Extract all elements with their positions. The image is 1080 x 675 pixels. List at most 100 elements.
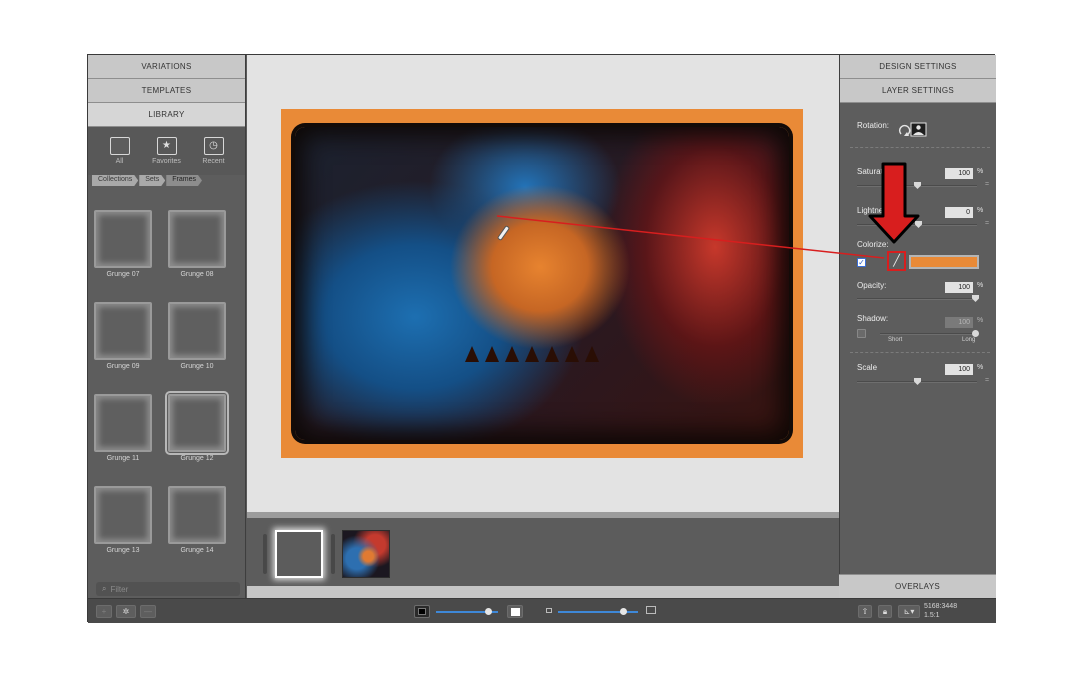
dark-background-button[interactable] — [414, 605, 430, 618]
background-slider-knob[interactable] — [485, 608, 492, 615]
lightness-slider[interactable] — [857, 221, 977, 228]
breadcrumb-sets[interactable]: Sets — [139, 175, 165, 186]
add-button[interactable]: + — [96, 605, 112, 618]
frame-label: Grunge 14 — [180, 547, 214, 554]
share-icon[interactable]: ⇧ — [858, 605, 872, 618]
filter-favorites-button[interactable]: ★ Favorites — [147, 137, 187, 165]
colorize-checkbox[interactable]: ✓ — [857, 258, 866, 267]
pencil-icon — [496, 225, 511, 241]
colorize-label: Colorize: — [857, 240, 889, 249]
saturation-value[interactable]: 100 — [945, 168, 973, 179]
frame-thumb-grunge-10[interactable]: Grunge 10 — [167, 302, 227, 382]
opacity-knob[interactable] — [972, 295, 979, 302]
gear-icon[interactable]: ✲ — [116, 605, 136, 618]
frame-thumb-grunge-14[interactable]: Grunge 14 — [167, 486, 227, 566]
filter-all-button[interactable]: All — [100, 137, 140, 165]
scale-label: Scale — [857, 363, 878, 372]
crop-dimension-icon[interactable]: ⊾▾ — [898, 605, 920, 618]
shadow-unit: % — [977, 317, 984, 324]
lock-icon[interactable]: 🔒︎ — [878, 605, 892, 618]
tab-design-settings[interactable]: DESIGN SETTINGS — [840, 55, 996, 79]
tab-templates[interactable]: TEMPLATES — [88, 79, 245, 103]
left-panel: VARIATIONS TEMPLATES LIBRARY All ★ Favor… — [88, 55, 246, 598]
scale-slider[interactable] — [857, 378, 977, 385]
breadcrumb: Collections Sets Frames — [92, 175, 241, 186]
colorize-swatch[interactable] — [909, 255, 979, 269]
tab-variations[interactable]: VARIATIONS — [88, 55, 245, 79]
color-picker-pencil-icon[interactable]: ╱ — [887, 251, 906, 271]
shadow-slider[interactable] — [880, 330, 979, 337]
saturation-knob[interactable] — [914, 182, 921, 189]
app-window: VARIATIONS TEMPLATES LIBRARY All ★ Favor… — [87, 54, 996, 623]
black-square-icon — [418, 608, 426, 615]
shadow-knob[interactable] — [972, 330, 979, 337]
frame-label: Grunge 09 — [106, 363, 140, 370]
filter-recent-button[interactable]: ◷ Recent — [194, 137, 234, 165]
lightness-knob[interactable] — [915, 221, 922, 228]
saturation-label: Saturat — [857, 167, 883, 176]
zoom-slider-knob[interactable] — [620, 608, 627, 615]
separator — [850, 352, 990, 353]
frame-thumb-grunge-11[interactable]: Grunge 11 — [93, 394, 153, 474]
reset-icon[interactable]: = — [985, 181, 989, 188]
filmstrip-handle-right[interactable] — [331, 534, 335, 574]
lightness-unit: % — [977, 207, 984, 214]
opacity-value[interactable]: 100 — [945, 282, 973, 293]
tab-layer-settings[interactable]: LAYER SETTINGS — [840, 79, 996, 103]
large-image-icon — [646, 606, 656, 614]
frame-label: Grunge 12 — [180, 455, 214, 462]
shadow-checkbox[interactable] — [857, 329, 866, 338]
shadow-value[interactable]: 100 — [945, 317, 973, 328]
filter-placeholder: Filter — [110, 584, 129, 594]
filter-input[interactable]: ⌕ Filter — [96, 582, 240, 596]
scale-value[interactable]: 100 — [945, 364, 973, 375]
background-slider[interactable] — [436, 608, 498, 615]
breadcrumb-frames[interactable]: Frames — [166, 175, 202, 186]
tab-library[interactable]: LIBRARY — [88, 103, 245, 127]
frame-preview — [168, 302, 226, 360]
canvas-area[interactable] — [247, 55, 839, 512]
frame-thumb-grunge-13[interactable]: Grunge 13 — [93, 486, 153, 566]
light-background-button[interactable] — [507, 605, 523, 618]
frame-preview — [165, 391, 229, 455]
filmstrip-thumb-photo[interactable] — [342, 530, 390, 578]
opacity-unit: % — [977, 282, 984, 289]
frame-preview — [94, 486, 152, 544]
reset-icon[interactable]: = — [985, 377, 989, 384]
frame-thumb-grunge-09[interactable]: Grunge 09 — [93, 302, 153, 382]
search-icon: ⌕ — [102, 584, 107, 593]
rotation-label: Rotation: — [857, 121, 890, 130]
overlays-button[interactable]: OVERLAYS — [839, 574, 996, 598]
frame-preview — [94, 394, 152, 452]
frame-label: Grunge 11 — [106, 455, 140, 462]
saturation-unit: % — [977, 168, 984, 175]
saturation-slider[interactable] — [857, 182, 977, 189]
opacity-slider[interactable] — [857, 295, 979, 302]
frame-thumb-grunge-08[interactable]: Grunge 08 — [167, 210, 227, 290]
frame-label: Grunge 13 — [106, 547, 140, 554]
filter-favorites-label: Favorites — [152, 158, 181, 165]
filter-all-label: All — [115, 158, 124, 165]
small-image-icon — [546, 608, 552, 613]
opacity-label: Opacity: — [857, 281, 887, 290]
remove-button[interactable]: — — [140, 605, 156, 618]
lightness-value[interactable]: 0 — [945, 207, 973, 218]
frame-preview — [168, 210, 226, 268]
breadcrumb-collections[interactable]: Collections — [92, 175, 138, 186]
reset-icon[interactable]: = — [985, 220, 989, 227]
clock-icon: ◷ — [203, 137, 224, 155]
frame-label: Grunge 07 — [106, 271, 140, 278]
photo-canvas[interactable] — [281, 109, 803, 458]
scale-knob[interactable] — [914, 378, 921, 385]
frame-label: Grunge 08 — [180, 271, 214, 278]
rotate-icon[interactable] — [898, 122, 928, 138]
frame-thumb-grunge-07[interactable]: Grunge 07 — [93, 210, 153, 290]
frame-thumb-grunge-12[interactable]: Grunge 12 — [165, 391, 229, 474]
library-filter-bar: All ★ Favorites ◷ Recent — [88, 127, 245, 175]
right-panel: DESIGN SETTINGS LAYER SETTINGS Rotation:… — [839, 55, 996, 598]
shadow-short-label: Short — [888, 337, 903, 343]
filmstrip-handle-left[interactable] — [263, 534, 267, 574]
zoom-slider[interactable] — [558, 608, 638, 615]
pumpkin-face — [455, 302, 625, 362]
filmstrip-thumb-frame[interactable] — [275, 530, 323, 578]
